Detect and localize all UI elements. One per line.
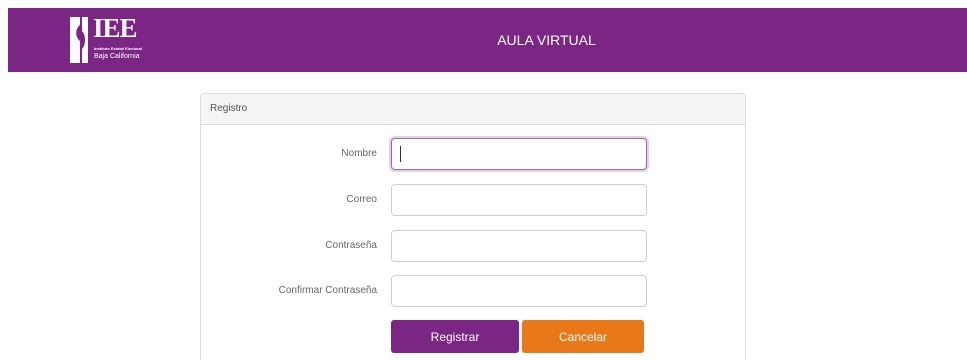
correo-input[interactable] xyxy=(391,184,647,216)
form-row-contrasena: Contraseña xyxy=(201,230,747,262)
top-navbar: IEE Instituto Estatal Electoral Baja Cal… xyxy=(8,8,967,72)
contrasena-input[interactable] xyxy=(391,230,647,262)
confirmar-contrasena-input[interactable] xyxy=(391,275,647,307)
contrasena-label: Contraseña xyxy=(325,240,377,251)
logo-state-name: Baja California xyxy=(94,53,140,60)
form-row-confirmar-contrasena: Confirmar Contraseña xyxy=(201,275,747,307)
registrar-button[interactable]: Registrar xyxy=(391,320,519,353)
text-cursor xyxy=(400,146,401,162)
form-row-correo: Correo xyxy=(201,184,747,216)
form-row-nombre: Nombre xyxy=(201,138,747,170)
correo-label: Correo xyxy=(346,194,377,205)
app-title: AULA VIRTUAL xyxy=(497,32,596,48)
registration-card: Registro Nombre Correo Contraseña Confir… xyxy=(200,93,746,360)
page: IEE Instituto Estatal Electoral Baja Cal… xyxy=(0,0,967,360)
card-title: Registro xyxy=(201,94,745,125)
confirmar-contrasena-label: Confirmar Contraseña xyxy=(278,285,377,296)
cancelar-button[interactable]: Cancelar xyxy=(522,320,644,353)
nombre-input[interactable] xyxy=(391,138,647,170)
nombre-label: Nombre xyxy=(341,148,377,159)
